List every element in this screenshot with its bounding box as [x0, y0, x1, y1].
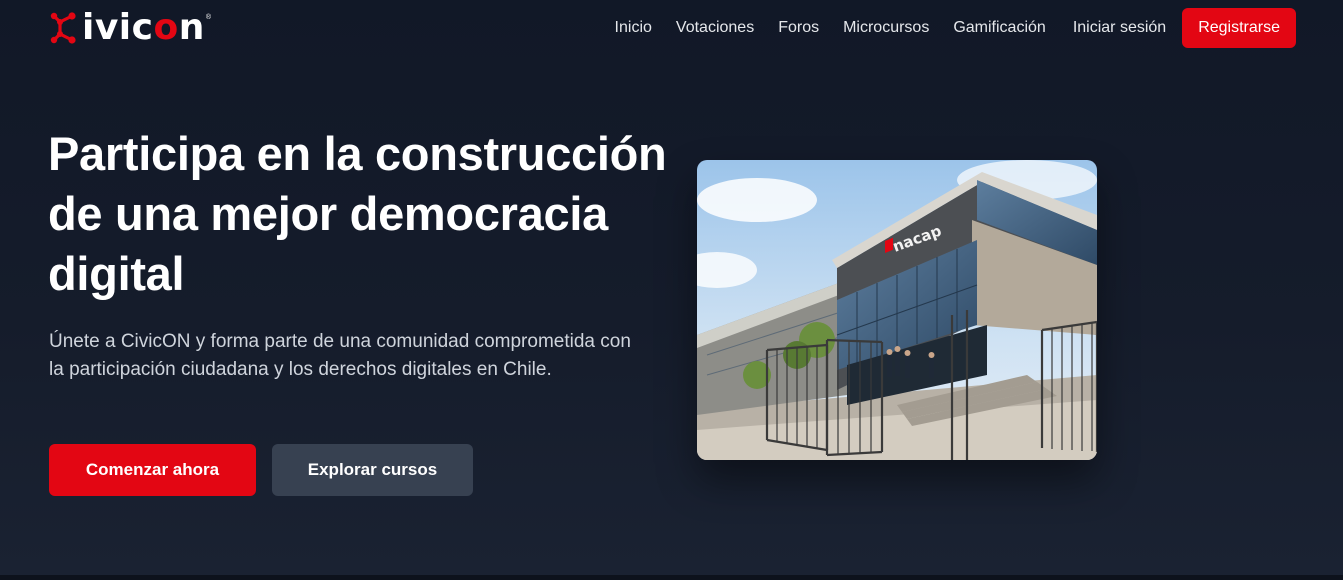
- main-nav: Inicio Votaciones Foros Microcursos Gami…: [591, 8, 1296, 48]
- register-button[interactable]: Registrarse: [1182, 8, 1296, 48]
- section-divider: [0, 575, 1343, 580]
- hero-title: Participa en la construcción de una mejo…: [48, 127, 667, 300]
- hero-campus-image: nacap: [697, 160, 1097, 460]
- logo-mark-icon: [50, 12, 76, 44]
- nav-inicio[interactable]: Inicio: [615, 19, 652, 37]
- navbar: ivicon ® Inicio Votaciones Foros Microcu…: [0, 0, 1343, 56]
- nav-microcursos[interactable]: Microcursos: [843, 19, 929, 37]
- nav-gamificacion[interactable]: Gamificación: [953, 19, 1045, 37]
- campus-building-illustration: nacap: [697, 160, 1097, 460]
- hero-subtitle: Únete a CivicON y forma parte de una com…: [49, 331, 631, 380]
- registered-mark: ®: [205, 14, 212, 21]
- start-now-button[interactable]: Comenzar ahora: [49, 444, 256, 496]
- civicon-logo[interactable]: ivicon ®: [50, 8, 211, 48]
- nav-votaciones[interactable]: Votaciones: [676, 19, 754, 37]
- nav-foros[interactable]: Foros: [778, 19, 819, 37]
- explore-courses-button[interactable]: Explorar cursos: [272, 444, 473, 496]
- login-link[interactable]: Iniciar sesión: [1073, 19, 1166, 37]
- logo-wordmark: ivicon: [82, 7, 205, 48]
